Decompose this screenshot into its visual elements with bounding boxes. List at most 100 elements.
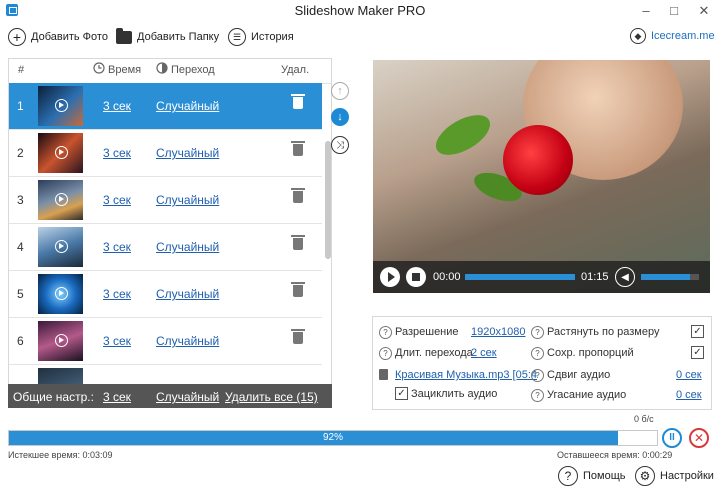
help-icon[interactable]: ? [379, 347, 392, 360]
general-time-link[interactable]: 3 сек [103, 390, 131, 404]
stop-button[interactable] [406, 267, 426, 287]
add-folder-button[interactable]: Добавить Папку [116, 26, 219, 48]
table-row[interactable]: 5 3 сек Случайный [9, 271, 322, 318]
question-icon: ? [558, 466, 578, 486]
col-num: # [18, 64, 25, 76]
window-title: Slideshow Maker PRO [294, 3, 426, 18]
trash-icon[interactable] [291, 188, 305, 203]
folder-icon [116, 27, 132, 44]
col-time[interactable]: Время [108, 64, 141, 76]
delete-all-link[interactable]: Удалить все (15) [225, 390, 318, 404]
history-label: История [251, 31, 294, 43]
loop-audio-checkbox[interactable]: ✓ [395, 387, 408, 400]
add-folder-label: Добавить Папку [137, 31, 220, 43]
row-transition-link[interactable]: Случайный [156, 146, 219, 160]
row-time-link[interactable]: 3 сек [103, 334, 131, 348]
add-photo-button[interactable]: + Добавить Фото [8, 26, 108, 48]
row-time-link[interactable]: 3 сек [103, 240, 131, 254]
general-transition-link[interactable]: Случайный [156, 390, 219, 404]
play-icon[interactable] [55, 240, 68, 253]
arrow-up-icon: ↑ [337, 85, 343, 97]
help-icon[interactable]: ? [531, 347, 544, 360]
move-up-button[interactable]: ↑ [331, 82, 349, 100]
row-transition-link[interactable]: Случайный [156, 287, 219, 301]
row-number: 4 [17, 240, 24, 254]
trash-icon[interactable] [291, 329, 305, 344]
row-transition-link[interactable]: Случайный [156, 240, 219, 254]
row-number: 5 [17, 287, 24, 301]
speaker-icon: ◀ [621, 271, 629, 283]
progress-percent: 92% [322, 432, 343, 443]
trash-icon[interactable] [291, 235, 305, 250]
row-transition-link[interactable]: Случайный [156, 99, 219, 113]
table-row[interactable]: 6 3 сек Случайный [9, 318, 322, 365]
settings-panel: ? Разрешение 1920x1080 ? Растянуть по ра… [372, 316, 712, 410]
gear-icon: ⚙ [635, 466, 655, 486]
history-button[interactable]: ☰ История [228, 26, 294, 48]
audio-file-link[interactable]: Красивая Музыка.mp3 [05:4 [395, 369, 537, 381]
help-button[interactable]: ? Помощь [558, 466, 626, 486]
minimize-button[interactable]: – [632, 0, 660, 22]
help-icon[interactable]: ? [379, 326, 392, 339]
trash-icon[interactable] [291, 94, 305, 109]
audio-file-icon [379, 369, 388, 380]
stretch-label: Растянуть по размеру [547, 326, 660, 338]
help-icon[interactable]: ? [531, 369, 544, 382]
duration: 01:15 [581, 271, 609, 283]
row-transition-link[interactable]: Случайный [156, 334, 219, 348]
table-row[interactable]: 2 3 сек Случайный [9, 130, 322, 177]
video-preview[interactable] [373, 60, 710, 293]
play-icon[interactable] [55, 334, 68, 347]
volume-button[interactable]: ◀ [615, 267, 635, 287]
col-transition[interactable]: Переход [171, 64, 215, 76]
brand-link[interactable]: ◆ Icecream.me [630, 28, 715, 44]
audio-shift-link[interactable]: 0 сек [676, 369, 702, 381]
help-icon[interactable]: ? [531, 389, 544, 402]
maximize-button[interactable]: □ [660, 0, 688, 22]
row-time-link[interactable]: 3 сек [103, 99, 131, 113]
help-icon[interactable]: ? [531, 326, 544, 339]
move-down-button[interactable]: ↓ [331, 108, 349, 126]
clock-icon [93, 62, 105, 77]
row-transition-link[interactable]: Случайный [156, 193, 219, 207]
table-row[interactable]: 3 3 сек Случайный [9, 177, 322, 224]
pause-button[interactable]: II [662, 428, 682, 448]
play-button[interactable] [380, 267, 400, 287]
row-time-link[interactable]: 3 сек [103, 193, 131, 207]
speed-text: 0 б/с [634, 414, 654, 424]
transition-duration-link[interactable]: 2 сек [471, 347, 497, 359]
table-row[interactable]: 4 3 сек Случайный [9, 224, 322, 271]
remaining-time: Оставшееся время: 0:00:29 [557, 450, 673, 460]
resolution-link[interactable]: 1920x1080 [471, 326, 525, 338]
volume-slider[interactable] [641, 274, 699, 280]
add-photo-label: Добавить Фото [31, 31, 108, 43]
audio-fade-link[interactable]: 0 сек [676, 389, 702, 401]
trash-icon[interactable] [291, 141, 305, 156]
play-icon[interactable] [55, 99, 68, 112]
row-number: 2 [17, 146, 24, 160]
close-button[interactable]: ✕ [690, 0, 718, 22]
resolution-label: Разрешение [395, 326, 459, 338]
settings-button[interactable]: ⚙ Настройки [635, 466, 714, 486]
keep-ratio-label: Сохр. пропорций [547, 347, 634, 359]
stretch-checkbox[interactable]: ✓ [691, 325, 704, 338]
preview-leaf [429, 107, 497, 163]
play-icon[interactable] [55, 193, 68, 206]
play-icon[interactable] [55, 287, 68, 300]
play-icon [387, 272, 395, 282]
play-icon[interactable] [55, 146, 68, 159]
row-time-link[interactable]: 3 сек [103, 287, 131, 301]
row-number: 6 [17, 334, 24, 348]
table-row[interactable]: 1 3 сек Случайный [9, 83, 322, 130]
cancel-button[interactable]: ✕ [689, 428, 709, 448]
seek-bar[interactable] [465, 274, 575, 280]
audio-shift-label: Сдвиг аудио [547, 369, 611, 381]
keep-ratio-checkbox[interactable]: ✓ [691, 346, 704, 359]
table-row-partial[interactable] [9, 365, 322, 385]
row-time-link[interactable]: 3 сек [103, 146, 131, 160]
shuffle-button[interactable]: ⤨ [331, 136, 349, 154]
table-scrollbar[interactable] [325, 141, 331, 259]
loop-audio-label: Зациклить аудио [411, 388, 498, 400]
row-number: 3 [17, 193, 24, 207]
trash-icon[interactable] [291, 282, 305, 297]
